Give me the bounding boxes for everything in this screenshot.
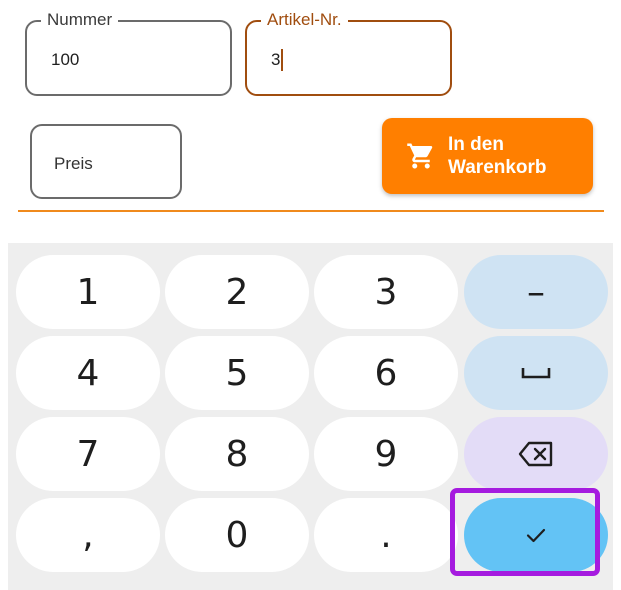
key-3[interactable]: 3	[314, 255, 458, 329]
key-0[interactable]: 0	[165, 498, 309, 572]
key-9[interactable]: 9	[314, 417, 458, 491]
key-minus[interactable]: –	[464, 255, 608, 329]
key-comma[interactable]: ,	[16, 498, 160, 572]
artikel-nr-value-wrap: 3	[271, 49, 284, 71]
artikel-nr-label: Artikel-Nr.	[261, 9, 348, 31]
add-to-cart-label: In den Warenkorb	[448, 134, 547, 178]
nummer-value: 100	[51, 50, 80, 69]
artikel-nr-field[interactable]: Artikel-Nr. 3	[245, 9, 452, 96]
key-4[interactable]: 4	[16, 336, 160, 410]
key-6[interactable]: 6	[314, 336, 458, 410]
checkmark-icon	[526, 528, 546, 543]
nummer-field[interactable]: Nummer 100	[25, 9, 232, 96]
shopping-cart-icon	[407, 143, 433, 169]
backspace-icon	[518, 441, 553, 467]
divider	[18, 210, 604, 212]
nummer-label: Nummer	[41, 9, 119, 31]
key-8[interactable]: 8	[165, 417, 309, 491]
key-backspace[interactable]	[464, 417, 608, 491]
artikel-nr-value: 3	[271, 50, 281, 69]
key-2[interactable]: 2	[165, 255, 309, 329]
key-7[interactable]: 7	[16, 417, 160, 491]
add-to-cart-button[interactable]: In den Warenkorb	[382, 118, 593, 194]
key-period[interactable]: .	[314, 498, 458, 572]
app-screen: Nummer 100 Artikel-Nr. 3 Preis In den Wa…	[0, 0, 621, 590]
key-1[interactable]: 1	[16, 255, 160, 329]
key-5[interactable]: 5	[165, 336, 309, 410]
space-bar-icon	[521, 368, 551, 379]
key-done[interactable]	[464, 498, 608, 572]
preis-placeholder: Preis	[54, 154, 93, 173]
key-space[interactable]	[464, 336, 608, 410]
preis-field[interactable]: Preis	[30, 124, 182, 199]
text-cursor	[281, 49, 284, 71]
